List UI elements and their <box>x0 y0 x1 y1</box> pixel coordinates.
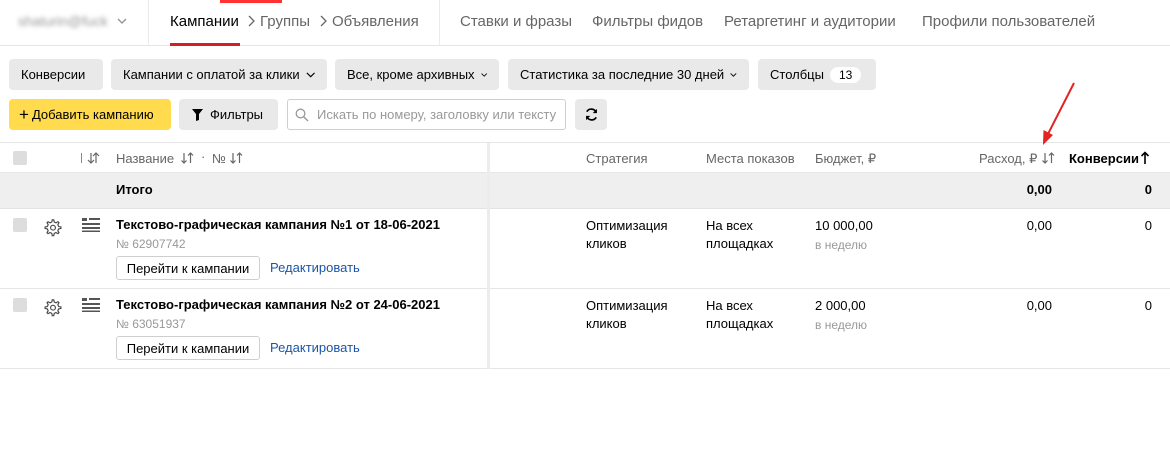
table-row: Текстово-графическая кампания №2 от 24-0… <box>0 289 1170 369</box>
totals-expense: 0,00 <box>1026 182 1052 197</box>
account-name[interactable]: shaturin@fuck <box>18 13 108 29</box>
table-header: Название · № Стратегия Места показов Бюд… <box>0 142 1170 173</box>
column-header-conversions[interactable]: Конверсии <box>1069 151 1139 166</box>
budget-period: в неделю <box>815 318 868 332</box>
strategy-line-2: кликов <box>586 236 627 251</box>
totals-label: Итого <box>116 182 153 197</box>
column-header-expense[interactable]: Расход, ₽ <box>979 151 1037 167</box>
campaign-id: № 62907742 <box>116 237 186 251</box>
campaign-id: № 63051937 <box>116 317 186 331</box>
add-campaign-label: Добавить кампанию <box>31 107 154 122</box>
columns-count-badge: 13 <box>829 66 862 83</box>
nav-retargeting[interactable]: Ретаргетинг и аудитории <box>724 13 896 30</box>
conversions-value: 0 <box>1144 298 1152 313</box>
list-icon[interactable] <box>82 298 100 312</box>
conversions-label: Конверсии <box>21 67 86 82</box>
nav-divider <box>439 0 440 46</box>
payment-type-select[interactable]: Кампании с оплатой за клики <box>111 59 327 90</box>
table-row: Текстово-графическая кампания №1 от 18-0… <box>0 209 1170 289</box>
search-input[interactable] <box>317 107 557 122</box>
refresh-icon <box>585 108 597 121</box>
search-icon <box>295 108 309 121</box>
payment-type-label: Кампании с оплатой за клики <box>123 67 300 82</box>
nav-user-profiles[interactable]: Профили пользователей <box>922 13 1095 30</box>
edit-link[interactable]: Редактировать <box>270 340 360 355</box>
list-icon[interactable] <box>82 218 100 232</box>
refresh-button[interactable] <box>575 99 607 130</box>
budget-value: 2 000,00 <box>815 298 866 313</box>
placements-line-1: На всех <box>706 298 753 313</box>
funnel-icon <box>192 108 203 121</box>
column-header-strategy[interactable]: Стратегия <box>586 151 648 166</box>
edit-link[interactable]: Редактировать <box>270 260 360 275</box>
sort-ascending-icon[interactable] <box>1140 151 1150 165</box>
columns-label: Столбцы <box>770 67 824 82</box>
search-field[interactable] <box>287 99 566 130</box>
chevron-down-icon <box>480 72 487 77</box>
gear-icon[interactable] <box>44 299 62 317</box>
column-header-number[interactable]: № <box>212 151 226 166</box>
nav-bids-phrases[interactable]: Ставки и фразы <box>460 13 572 30</box>
top-accent-mark <box>220 0 282 3</box>
placements-line-2: площадках <box>706 236 774 251</box>
campaign-title[interactable]: Текстово-графическая кампания №2 от 24-0… <box>116 297 440 312</box>
go-to-campaign-button[interactable]: Перейти к кампании <box>116 256 260 280</box>
chevron-down-icon[interactable] <box>116 15 128 27</box>
campaign-title[interactable]: Текстово-графическая кампания №1 от 18-0… <box>116 217 440 232</box>
chevron-right-icon <box>320 15 327 27</box>
add-campaign-button[interactable]: + Добавить кампанию <box>9 99 171 130</box>
strategy-line-1: Оптимизация <box>586 298 668 313</box>
columns-button[interactable]: Столбцы 13 <box>758 59 876 90</box>
chevron-down-icon <box>306 71 315 78</box>
stats-period-label: Статистика за последние 30 дней <box>520 67 725 82</box>
top-navigation: shaturin@fuck Кампании Группы Объявления… <box>0 0 1170 46</box>
tab-groups[interactable]: Группы <box>260 13 310 30</box>
expense-value: 0,00 <box>1026 298 1052 313</box>
strategy-line-2: кликов <box>586 316 627 331</box>
header-separator-dot: · <box>201 149 206 164</box>
sort-icon[interactable] <box>79 152 101 164</box>
archive-filter-select[interactable]: Все, кроме архивных <box>335 59 499 90</box>
chevron-down-icon <box>730 72 737 77</box>
sort-icon[interactable] <box>230 152 243 164</box>
placements-line-2: площадках <box>706 316 774 331</box>
sort-icon[interactable] <box>181 152 194 164</box>
nav-divider <box>148 0 149 46</box>
active-tab-underline <box>170 43 240 46</box>
totals-row: Итого 0,00 0 <box>0 173 1170 209</box>
select-all-checkbox[interactable] <box>13 151 27 165</box>
filters-label: Фильтры <box>210 107 264 122</box>
column-header-budget[interactable]: Бюджет, ₽ <box>815 151 876 167</box>
column-header-placements[interactable]: Места показов <box>706 151 795 166</box>
budget-period: в неделю <box>815 238 868 252</box>
filters-button[interactable]: Фильтры <box>179 99 278 130</box>
archive-filter-label: Все, кроме архивных <box>347 67 475 82</box>
conversions-value: 0 <box>1144 218 1152 233</box>
nav-feed-filters[interactable]: Фильтры фидов <box>592 13 703 30</box>
tab-campaigns[interactable]: Кампании <box>170 13 239 30</box>
row-checkbox[interactable] <box>13 298 27 312</box>
plus-icon: + <box>19 105 29 124</box>
tab-ads[interactable]: Объявления <box>332 13 419 30</box>
sort-icon[interactable] <box>1042 152 1055 164</box>
gear-icon[interactable] <box>44 219 62 237</box>
totals-conversions: 0 <box>1144 182 1152 197</box>
chevron-right-icon <box>248 15 255 27</box>
stats-period-select[interactable]: Статистика за последние 30 дней <box>508 59 749 90</box>
expense-value: 0,00 <box>1026 218 1052 233</box>
go-to-campaign-button[interactable]: Перейти к кампании <box>116 336 260 360</box>
row-checkbox[interactable] <box>13 218 27 232</box>
placements-line-1: На всех <box>706 218 753 233</box>
column-header-name[interactable]: Название <box>116 151 174 166</box>
budget-value: 10 000,00 <box>815 218 873 233</box>
strategy-line-1: Оптимизация <box>586 218 668 233</box>
frozen-column-divider <box>487 143 490 369</box>
conversions-button[interactable]: Конверсии <box>9 59 103 90</box>
